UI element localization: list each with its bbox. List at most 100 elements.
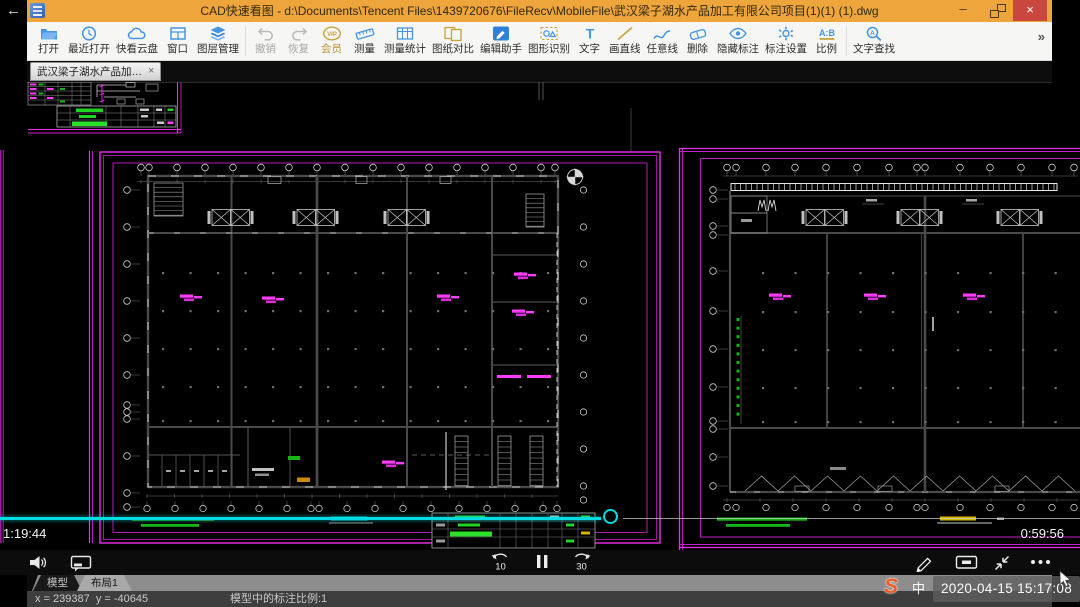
toolbar-button-label: 测量统计 <box>384 42 426 57</box>
toolbar-separator <box>245 26 246 56</box>
toolbar-button-annotation-settings[interactable]: 标注设置 <box>762 25 810 57</box>
svg-text:T: T <box>585 26 594 42</box>
draw-line-icon <box>614 25 636 42</box>
toolbar-button-label: 图层管理 <box>197 42 239 57</box>
mini-player-button[interactable] <box>955 555 979 571</box>
rewind-10-icon: 10 <box>489 552 511 573</box>
sogou-ime-logo[interactable]: S <box>884 575 898 599</box>
minimize-button[interactable]: – <box>954 0 972 21</box>
free-line-icon <box>651 25 673 42</box>
svg-text:A: A <box>870 30 875 37</box>
annotate-button[interactable] <box>914 553 934 572</box>
toolbar-button-recent-clock[interactable]: 最近打开 <box>65 25 113 57</box>
redo-icon <box>288 25 310 42</box>
toolbar-button-label: 任意线 <box>647 42 679 57</box>
toolbar-button-undo[interactable]: 撤销 <box>249 25 282 57</box>
layout-tab-layout1[interactable]: 布局1 <box>77 575 132 591</box>
restore-button[interactable] <box>990 4 1006 18</box>
annotation-scale-note: 模型中的标注比例:1 <box>230 591 327 607</box>
subtitle-button[interactable] <box>70 555 92 572</box>
toolbar-button-drawing-compare[interactable]: 图纸对比 <box>429 25 477 57</box>
toolbar-button-label: 快看云盘 <box>116 42 158 57</box>
ime-language-indicator[interactable]: 中 <box>912 581 925 596</box>
open-folder-icon <box>38 25 60 42</box>
toolbar-button-text[interactable]: T文字 <box>573 25 606 57</box>
toolbar-button-text-search[interactable]: A 文字查找 <box>850 25 898 57</box>
close-tab-icon[interactable]: × <box>148 66 154 77</box>
toolbar-button-window[interactable]: 窗口 <box>161 25 194 57</box>
layout-tabs-bar: 模型布局1 <box>27 575 1052 591</box>
toolbar-button-label: 窗口 <box>167 42 188 57</box>
pause-button[interactable] <box>536 554 549 569</box>
drawing-compare-icon <box>442 25 464 42</box>
timeline-played[interactable] <box>0 517 601 520</box>
cloud-drive-icon <box>126 25 148 42</box>
toolbar-overflow-button[interactable]: » <box>1038 29 1045 44</box>
pause-icon <box>536 554 549 569</box>
toolbar-button-hide-annotation[interactable]: 隐藏标注 <box>714 25 762 57</box>
volume-button[interactable] <box>28 554 48 571</box>
toolbar-button-open-folder[interactable]: 打开 <box>32 25 65 57</box>
toolbar-button-draw-line[interactable]: 画直线 <box>606 25 644 57</box>
toolbar-button-label: 文字 <box>579 42 600 57</box>
eraser-icon <box>687 25 709 42</box>
layers-icon <box>207 25 229 42</box>
forward-30-icon: 30 <box>570 552 594 573</box>
toolbar-button-label: 文字查找 <box>853 42 895 57</box>
toolbar-button-scale-ratio[interactable]: A:B比例 <box>810 25 843 57</box>
toolbar-button-free-line[interactable]: 任意线 <box>644 25 682 57</box>
timeline-remaining-track[interactable] <box>623 518 1080 519</box>
scale-ratio-icon: A:B <box>816 25 838 42</box>
screen: ← CAD快速看图 - d:\Documents\Tencent Files\1… <box>0 0 1080 607</box>
toolbar-button-eraser[interactable]: 删除 <box>681 25 714 57</box>
toolbar-button-label: 隐藏标注 <box>717 42 759 57</box>
recent-clock-icon <box>78 25 100 42</box>
speaker-icon <box>28 554 48 571</box>
toolbar-separator <box>846 26 847 56</box>
skip-back-button[interactable]: 10 <box>489 552 511 573</box>
toolbar-button-shape-recognition[interactable]: 图形识别 <box>525 25 573 57</box>
window-title: CAD快速看图 - d:\Documents\Tencent Files\143… <box>137 0 942 22</box>
toolbar-button-edit-assistant[interactable]: 编辑助手 <box>477 25 525 57</box>
toolbar-button-vip[interactable]: VIP会员 <box>315 25 348 57</box>
window-icon <box>167 25 189 42</box>
toolbar-button-label: 最近打开 <box>68 42 110 57</box>
more-dots-icon <box>1030 559 1052 565</box>
remaining-time: 0:59:56 <box>1021 526 1064 541</box>
toolbar-button-label: 画直线 <box>609 42 641 57</box>
toolbar-button-label: 恢复 <box>288 42 309 57</box>
document-tab[interactable]: 武汉梁子湖水产品加… × <box>30 62 161 81</box>
cad-drawing[interactable] <box>0 82 1080 550</box>
player-bar: 10 30 <box>0 550 1080 575</box>
close-button[interactable]: × <box>1013 0 1047 21</box>
text-icon: T <box>579 25 601 42</box>
status-bar: x = 239387 y = -40645 模型中的标注比例:1 <box>27 591 1052 607</box>
layout-tab-model[interactable]: 模型 <box>33 575 82 591</box>
mini-player-icon <box>955 555 979 571</box>
document-tab-label: 武汉梁子湖水产品加… <box>37 64 142 79</box>
toolbar-button-label: 图形识别 <box>528 42 570 57</box>
skip-forward-button[interactable]: 30 <box>570 552 594 573</box>
document-tab-bar: 武汉梁子湖水产品加… × <box>27 61 1052 82</box>
vip-icon: VIP <box>321 25 343 42</box>
annotation-settings-icon <box>775 25 797 42</box>
more-options-button[interactable] <box>1030 559 1052 565</box>
toolbar-button-layers[interactable]: 图层管理 <box>194 25 242 57</box>
toolbar-button-label: 打开 <box>38 42 59 57</box>
app-icon <box>30 3 45 18</box>
cursor-coordinates: x = 239387 y = -40645 <box>35 591 148 607</box>
back-button[interactable]: ← <box>6 2 21 20</box>
exit-fullscreen-icon <box>992 553 1012 573</box>
toolbar-button-redo[interactable]: 恢复 <box>282 25 315 57</box>
measure-icon <box>354 25 376 42</box>
cad-drawing-surface <box>0 82 1080 550</box>
toolbar-button-label: 会员 <box>321 42 342 57</box>
toolbar-button-measure-stats[interactable]: 测量统计 <box>381 25 429 57</box>
toolbar-button-cloud-drive[interactable]: 快看云盘 <box>113 25 161 57</box>
svg-text:30: 30 <box>576 562 587 573</box>
pencil-icon <box>914 553 934 572</box>
svg-text:A:B: A:B <box>819 28 835 38</box>
timeline-scrubber-handle[interactable] <box>603 509 618 524</box>
toolbar-button-measure[interactable]: 测量 <box>348 25 381 57</box>
exit-fullscreen-button[interactable] <box>992 553 1012 573</box>
